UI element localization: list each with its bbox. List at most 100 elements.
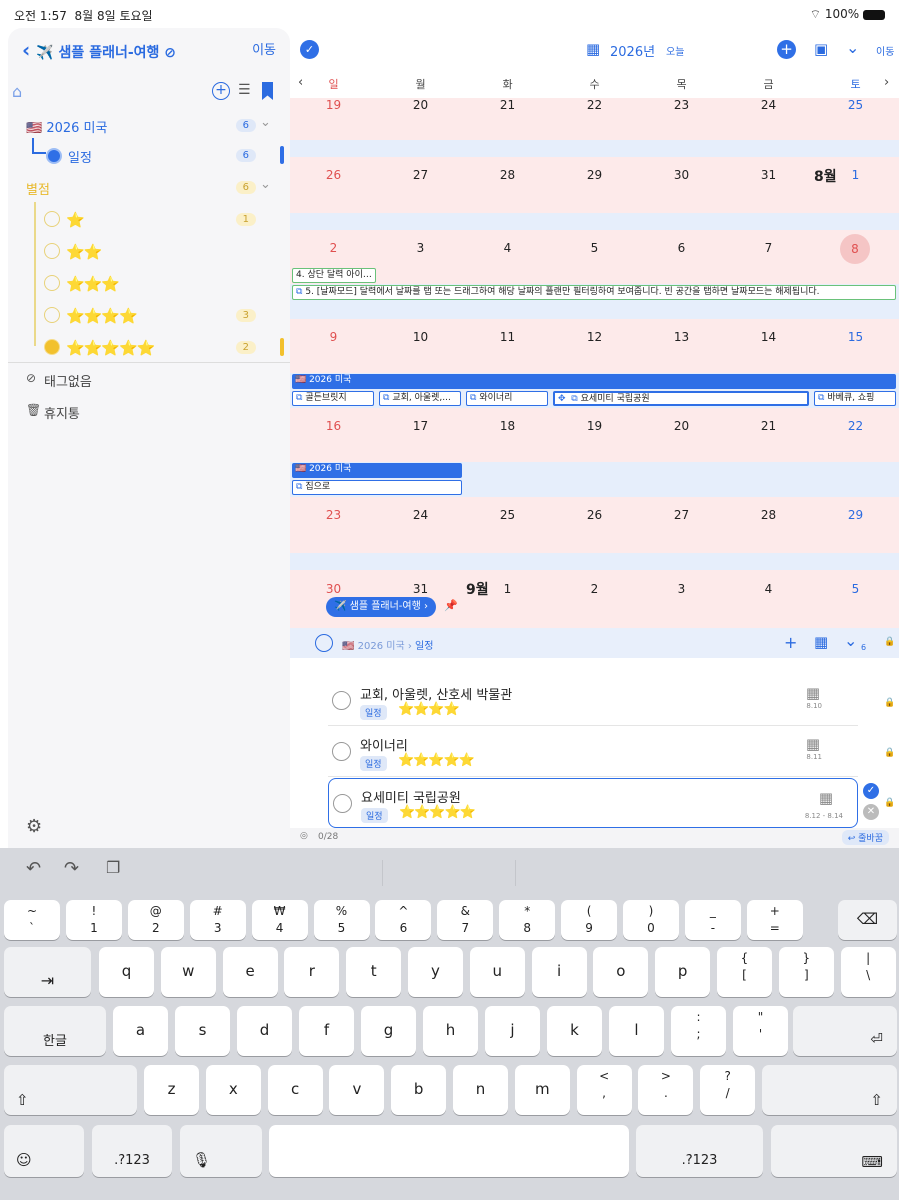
group-2026-usa[interactable]: 🇺🇸 2026 미국 6 ⌄ <box>8 112 290 140</box>
item-checkbox[interactable] <box>332 742 351 761</box>
list-item[interactable]: 와이너리 일정 ⭐⭐⭐⭐⭐ ▦ 8.11 <box>328 727 858 777</box>
day-cell[interactable]: 5 <box>551 241 638 255</box>
key[interactable]: g <box>361 1006 416 1056</box>
key[interactable]: w <box>160 947 216 997</box>
day-cell[interactable]: 23 <box>638 98 725 112</box>
numbers-key-right[interactable]: .?123 <box>636 1125 763 1177</box>
move-button[interactable]: 이동 <box>876 43 894 58</box>
calendar-check-icon[interactable]: ▣ <box>814 40 828 58</box>
day-cell[interactable]: 19 <box>551 419 638 433</box>
today-cell[interactable]: 8 <box>840 234 870 264</box>
planner-title[interactable]: ✈️ 샘플 플래너-여행 <box>36 45 159 61</box>
day-cell[interactable]: 10 <box>377 330 464 344</box>
day-cell[interactable]: 2 <box>551 582 638 596</box>
return-key[interactable]: ⏎ <box>793 1006 897 1056</box>
key[interactable]: f <box>299 1006 354 1056</box>
list-icon[interactable]: ☰ <box>238 82 251 98</box>
key[interactable]: u <box>469 947 525 997</box>
event-tip4[interactable]: 4. 상단 달력 아이… <box>292 268 376 283</box>
key[interactable]: <, <box>576 1065 632 1115</box>
day-cell[interactable]: 11 <box>464 330 551 344</box>
key[interactable]: z <box>144 1065 199 1115</box>
sync-off-icon[interactable]: ⊘ <box>164 45 176 61</box>
day-cell[interactable]: 24 <box>377 508 464 522</box>
calendar-icon[interactable]: ▦ <box>586 40 600 58</box>
select-circle[interactable] <box>315 634 333 652</box>
day-cell[interactable]: 15 <box>812 330 899 344</box>
shift-right-key[interactable]: ⇧ <box>762 1065 897 1115</box>
item-title[interactable]: 교회, 아울렛, 산호세 박물관 <box>360 684 512 703</box>
paste-icon[interactable]: ❐ <box>106 858 120 877</box>
chevron-down-icon[interactable]: ⌄ <box>260 177 271 192</box>
delete-key[interactable]: ⌫ <box>838 900 897 940</box>
key[interactable]: e <box>222 947 278 997</box>
day-cell[interactable]: 2 <box>290 241 377 255</box>
tag-icon[interactable]: ⌂ <box>12 82 22 101</box>
day-cell[interactable]: 25 <box>812 98 899 112</box>
day-cell[interactable]: 7 <box>725 241 812 255</box>
key[interactable]: q <box>99 947 154 997</box>
shift-left-key[interactable]: ⇧ <box>4 1065 137 1115</box>
key[interactable]: ₩4 <box>251 900 308 940</box>
add-icon[interactable]: + <box>212 82 230 100</box>
day-cell[interactable]: 29 <box>551 168 638 182</box>
key[interactable]: (9 <box>561 900 618 940</box>
calendar-icon[interactable]: ▦ <box>819 789 833 807</box>
dictation-key[interactable]: 🎙 <box>180 1125 262 1177</box>
calendar-icon[interactable]: ▦ <box>806 684 820 702</box>
gear-icon[interactable]: ⚙ <box>26 816 42 837</box>
key[interactable]: ! 1 <box>65 900 122 940</box>
item-title-input[interactable]: 요세미티 국립공원 <box>361 787 461 806</box>
day-cell[interactable]: 30 <box>638 168 725 182</box>
day-cell[interactable]: 21 <box>725 419 812 433</box>
key[interactable]: n <box>453 1065 508 1115</box>
event-trip-usa[interactable]: 🇺🇸 2026 미국 <box>292 374 896 389</box>
list-item[interactable]: 교회, 아울렛, 산호세 박물관 일정 ⭐⭐⭐⭐ ▦ 8.10 <box>328 676 858 726</box>
day-cell[interactable]: 25 <box>464 508 551 522</box>
tab-key[interactable]: ⇥ <box>4 947 91 997</box>
trash-item[interactable]: 🗑 휴지통 <box>8 400 290 428</box>
key[interactable]: ^ 6 <box>375 900 432 940</box>
key[interactable]: #3 <box>189 900 246 940</box>
day-cell[interactable]: 5 <box>812 582 899 596</box>
key[interactable]: c <box>267 1065 323 1115</box>
day-cell[interactable]: 12 <box>551 330 638 344</box>
day-cell[interactable]: 27 <box>377 168 464 182</box>
key[interactable]: d <box>237 1006 292 1056</box>
today-button[interactable]: 오늘 <box>666 43 684 58</box>
day-cell[interactable]: 29 <box>812 508 899 522</box>
day-cell[interactable]: 28 <box>725 508 812 522</box>
key[interactable]: y <box>408 947 463 997</box>
group-rating[interactable]: 별점 6 ⌄ <box>8 174 290 202</box>
space-key[interactable] <box>269 1125 629 1177</box>
key[interactable]: & 7 <box>437 900 494 940</box>
week-row[interactable]: 19 20 21 22 23 24 25 <box>290 98 899 157</box>
add-icon[interactable]: + <box>784 633 797 652</box>
day-cell[interactable]: 14 <box>725 330 812 344</box>
key[interactable]: + = <box>746 900 803 940</box>
breadcrumb-item[interactable]: 일정 <box>415 641 433 652</box>
key[interactable]: m <box>514 1065 570 1115</box>
day-cell[interactable]: 22 <box>551 98 638 112</box>
rating-item-3[interactable]: ⭐⭐⭐ <box>8 270 290 298</box>
event-tip5[interactable]: ⧉ 5. [날짜모드] 달력에서 날짜를 탭 또는 드래그하여 해당 날짜의 플… <box>292 285 896 300</box>
key[interactable]: | \ <box>840 947 896 997</box>
event-home[interactable]: ⧉ 집으로 <box>292 480 462 495</box>
key[interactable]: t <box>346 947 402 997</box>
back-icon[interactable]: ‹ <box>22 38 30 62</box>
day-cell[interactable]: 6 <box>638 241 725 255</box>
day-cell[interactable]: 9 <box>290 330 377 344</box>
chevron-down-icon[interactable]: ⌄ <box>260 115 271 130</box>
day-cell[interactable]: 20 <box>638 419 725 433</box>
confirm-icon[interactable]: ✓ <box>863 783 879 799</box>
day-cell[interactable]: 4 <box>464 241 551 255</box>
day-cell[interactable]: 3 <box>638 582 725 596</box>
cancel-icon[interactable]: ✕ <box>863 804 879 820</box>
event-trip-usa-2[interactable]: 🇺🇸 2026 미국 <box>292 463 462 478</box>
key[interactable]: ) 0 <box>623 900 679 940</box>
event-bbq[interactable]: ⧉ 바베큐, 쇼핑 <box>814 391 896 406</box>
untagged-item[interactable]: ⊘ 태그없음 <box>8 368 290 396</box>
bookmark-icon[interactable] <box>262 82 273 100</box>
key[interactable]: s <box>175 1006 230 1056</box>
day-cell[interactable]: 28 <box>464 168 551 182</box>
